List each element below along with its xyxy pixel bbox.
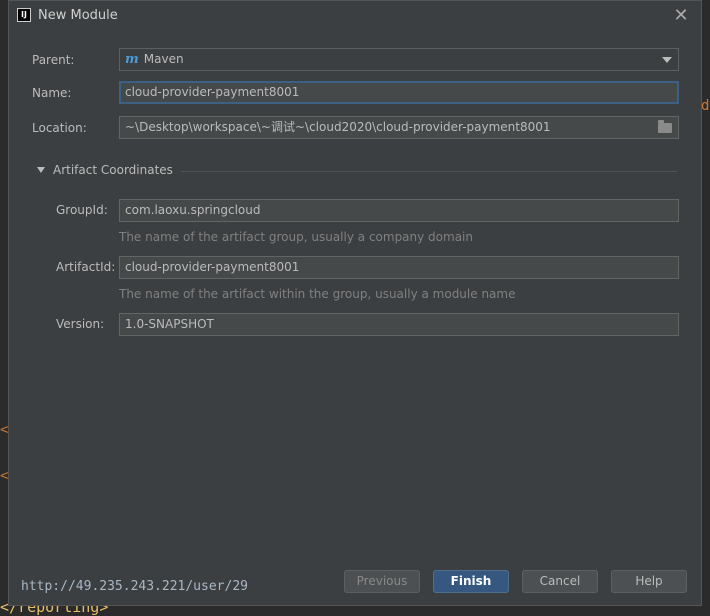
artifactid-label: ArtifactId: <box>56 260 116 274</box>
intellij-icon: IJ <box>17 8 31 22</box>
maven-icon: m <box>125 52 139 67</box>
location-input[interactable]: ~\Desktop\workspace\~调试~\cloud2020\cloud… <box>119 116 679 139</box>
new-module-dialog: IJ New Module ✕ Parent: m Maven Name: clo… <box>8 0 702 606</box>
version-label: Version: <box>56 317 105 331</box>
location-value: ~\Desktop\workspace\~调试~\cloud2020\cloud… <box>125 120 551 134</box>
section-title: Artifact Coordinates <box>53 163 173 177</box>
collapse-triangle-icon[interactable] <box>37 167 45 173</box>
artifact-coordinates-section[interactable]: Artifact Coordinates <box>35 163 681 179</box>
groupid-label: GroupId: <box>56 203 108 217</box>
folder-icon[interactable] <box>658 120 672 133</box>
previous-button[interactable]: Previous <box>344 570 420 593</box>
name-label: Name: <box>32 86 72 100</box>
close-icon[interactable]: ✕ <box>671 6 691 26</box>
help-button[interactable]: Help <box>611 570 687 593</box>
parent-label: Parent: <box>32 53 75 67</box>
version-input[interactable]: 1.0-SNAPSHOT <box>119 313 679 336</box>
title-bar[interactable]: IJ New Module ✕ <box>9 1 701 31</box>
groupid-hint: The name of the artifact group, usually … <box>119 230 473 244</box>
location-label: Location: <box>32 121 87 135</box>
artifactid-input[interactable]: cloud-provider-payment8001 <box>119 256 679 279</box>
name-input[interactable]: cloud-provider-payment8001 <box>119 81 679 104</box>
parent-value: Maven <box>143 52 184 66</box>
chevron-down-icon[interactable] <box>662 57 672 63</box>
parent-select[interactable]: m Maven <box>119 48 679 71</box>
cancel-button[interactable]: Cancel <box>522 570 598 593</box>
artifactid-hint: The name of the artifact within the grou… <box>119 287 516 301</box>
section-divider <box>181 171 677 172</box>
groupid-input[interactable]: com.laoxu.springcloud <box>119 199 679 222</box>
url-overlay-text: http://49.235.243.221/user/29 <box>21 579 248 594</box>
dialog-title: New Module <box>38 8 118 23</box>
editor-edge-char: d <box>701 98 710 114</box>
finish-button[interactable]: Finish <box>433 570 509 593</box>
